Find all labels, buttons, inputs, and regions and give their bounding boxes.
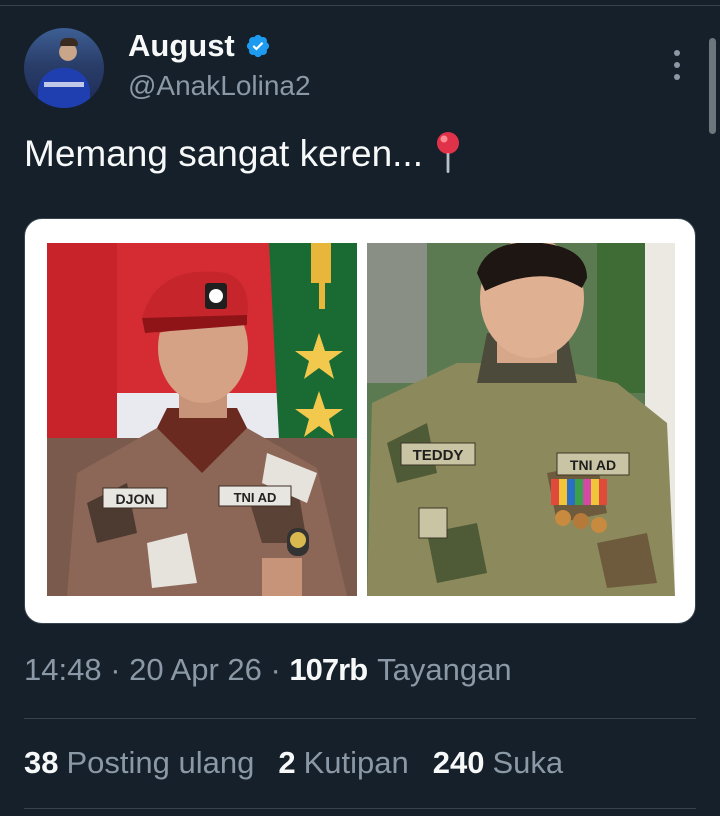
likes-stat[interactable]: 240 Suka	[433, 745, 563, 781]
badge-name-left: DJON	[116, 491, 155, 507]
retweets-stat[interactable]: 38 Posting ulang	[24, 745, 254, 781]
photo-right[interactable]: TEDDY TNI AD	[367, 243, 675, 596]
avatar[interactable]	[24, 28, 104, 108]
round-pushpin-icon	[437, 132, 459, 173]
user-handle[interactable]: @AnakLolina2	[128, 70, 311, 102]
engagement-stats: 38 Posting ulang 2 Kutipan 240 Suka	[24, 745, 587, 781]
badge-unit-left: TNI AD	[234, 490, 277, 505]
divider	[24, 808, 696, 809]
quotes-count: 2	[278, 745, 296, 780]
retweets-count: 38	[24, 745, 59, 780]
tweet-text: Memang sangat keren...	[24, 132, 463, 176]
meta-separator: ·	[101, 652, 130, 687]
media-card[interactable]: DJON TNI AD TEDDY TNI AD	[24, 218, 696, 624]
display-name[interactable]: August	[128, 28, 235, 64]
meta-separator: ·	[261, 652, 290, 687]
badge-name-right: TEDDY	[413, 447, 464, 464]
likes-count: 240	[432, 745, 485, 780]
quotes-label: Kutipan	[303, 745, 409, 780]
photo-left[interactable]: DJON TNI AD	[47, 243, 357, 596]
tweet-header: August @AnakLolina2	[24, 28, 684, 108]
quotes-stat[interactable]: 2 Kutipan	[278, 745, 408, 781]
divider	[24, 718, 696, 719]
tweet-date[interactable]: 20 Apr 26	[129, 652, 262, 688]
tweet-meta: 14:48 · 20 Apr 26 · 107rb Tayangan	[24, 652, 512, 688]
badge-unit-right: TNI AD	[570, 457, 616, 473]
likes-label: Suka	[492, 745, 564, 780]
scrollbar[interactable]	[709, 38, 716, 134]
views-count: 107rb	[289, 652, 368, 687]
verified-badge-icon	[246, 34, 269, 58]
more-options-icon[interactable]	[670, 50, 684, 80]
top-divider	[0, 0, 720, 6]
retweets-label: Posting ulang	[66, 745, 255, 780]
tweet-time[interactable]: 14:48	[24, 652, 102, 688]
name-row: August	[128, 28, 271, 64]
views-label: Tayangan	[377, 652, 512, 687]
tweet-body: Memang sangat keren...	[24, 133, 423, 174]
